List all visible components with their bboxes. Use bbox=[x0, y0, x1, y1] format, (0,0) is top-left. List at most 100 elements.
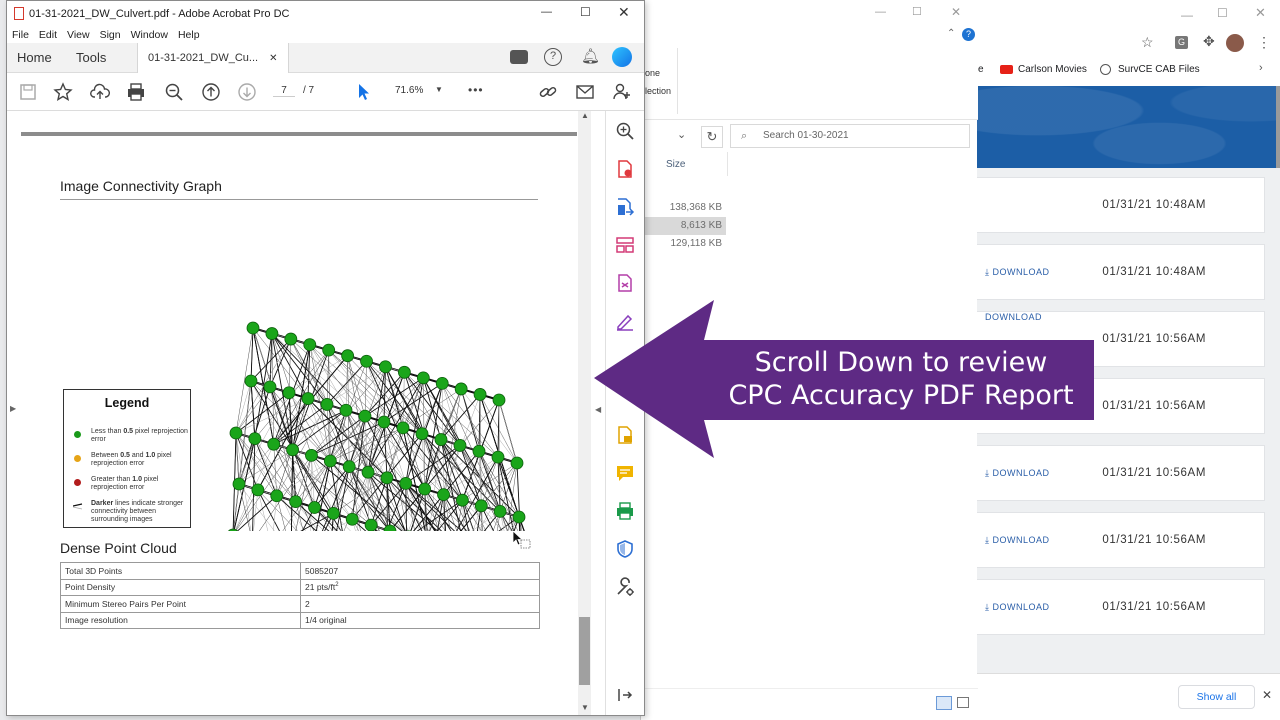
download-link[interactable]: ⤓ DOWNLOAD bbox=[985, 535, 1050, 546]
left-panel-toggle-icon[interactable]: ▶ bbox=[10, 404, 16, 413]
connectivity-graph bbox=[228, 321, 526, 531]
create-pdf-icon[interactable] bbox=[615, 159, 635, 179]
more-tools-wrench-icon[interactable] bbox=[615, 577, 635, 597]
bell-icon[interactable]: 🔔︎ bbox=[581, 47, 600, 65]
graph-node bbox=[358, 409, 372, 423]
graph-node bbox=[248, 432, 262, 446]
tab-home[interactable]: Home bbox=[17, 43, 52, 73]
details-view-icon[interactable] bbox=[936, 696, 952, 710]
red-dot-icon bbox=[74, 479, 81, 486]
print-icon[interactable] bbox=[126, 82, 146, 102]
close-icon[interactable]: ✕ bbox=[951, 5, 961, 19]
add-person-icon[interactable] bbox=[612, 82, 632, 102]
legend-item: Less than 0.5 pixel reprojection error bbox=[91, 428, 188, 443]
zoom-out-icon[interactable] bbox=[164, 82, 184, 102]
graph-edge bbox=[288, 339, 292, 393]
more-tools-icon[interactable]: ••• bbox=[468, 83, 484, 97]
table-row: Image resolution 1/4 original bbox=[60, 611, 540, 629]
menu-view[interactable]: View bbox=[67, 29, 90, 41]
help-icon[interactable]: ? bbox=[962, 28, 975, 41]
graph-node bbox=[341, 349, 355, 363]
tab-tools[interactable]: Tools bbox=[76, 43, 106, 73]
comment-icon[interactable] bbox=[615, 463, 635, 483]
graph-node bbox=[474, 499, 488, 513]
ribbon-label[interactable]: one bbox=[645, 68, 660, 78]
previous-page-icon[interactable] bbox=[201, 82, 221, 102]
minimize-icon[interactable]: — bbox=[1181, 8, 1193, 22]
collapse-pane-icon[interactable] bbox=[615, 685, 635, 705]
search-input[interactable]: ⌕ Search 01-30-2021 bbox=[730, 124, 970, 148]
graph-node bbox=[320, 398, 334, 411]
maximize-icon[interactable]: ☐ bbox=[580, 5, 591, 19]
refresh-icon[interactable]: ↻ bbox=[701, 126, 723, 148]
search-icon[interactable] bbox=[615, 121, 635, 141]
bookmark-survce-cab-files[interactable]: SurvCE CAB Files bbox=[1118, 64, 1200, 75]
file-size[interactable]: 129,118 KB bbox=[641, 235, 726, 253]
next-page-icon[interactable] bbox=[237, 82, 257, 102]
ribbon-divider bbox=[677, 48, 678, 114]
menu-edit[interactable]: Edit bbox=[39, 29, 57, 41]
download-link[interactable]: ⤓ DOWNLOAD bbox=[985, 602, 1050, 613]
close-tab-icon[interactable]: ✕ bbox=[269, 53, 277, 64]
scroll-down-icon[interactable]: ▼ bbox=[581, 703, 589, 712]
tab-document[interactable]: 01-31-2021_DW_Cu... ✕ bbox=[137, 43, 289, 73]
file-size[interactable]: 8,613 KB bbox=[641, 217, 726, 235]
column-header-size[interactable]: Size bbox=[666, 159, 685, 170]
close-icon[interactable]: ✕ bbox=[618, 4, 630, 21]
help-icon[interactable]: ? bbox=[544, 48, 562, 66]
ribbon-label[interactable]: lection bbox=[645, 86, 671, 96]
document-view[interactable]: ▶ Image Connectivity Graph Legend Less t… bbox=[7, 111, 595, 715]
puzzle-icon[interactable]: ✥ bbox=[1203, 33, 1215, 50]
download-icon: ⤓ bbox=[985, 468, 990, 478]
upload-cloud-icon[interactable] bbox=[90, 82, 110, 102]
save-icon[interactable] bbox=[18, 82, 38, 102]
menu-file[interactable]: File bbox=[12, 29, 29, 41]
close-icon[interactable]: ✕ bbox=[1255, 5, 1266, 21]
page-banner bbox=[977, 86, 1280, 168]
file-size[interactable]: 138,368 KB bbox=[641, 199, 726, 217]
menu-sign[interactable]: Sign bbox=[100, 29, 121, 41]
graph-edge bbox=[235, 386, 271, 434]
download-link[interactable]: ⤓ DOWNLOAD bbox=[985, 468, 1050, 479]
organize-pages-icon[interactable] bbox=[615, 235, 635, 255]
comment-doc-icon[interactable] bbox=[615, 273, 635, 293]
menu-help[interactable]: Help bbox=[178, 29, 200, 41]
chevron-right-icon[interactable]: › bbox=[1259, 62, 1263, 74]
link-icon[interactable] bbox=[538, 82, 558, 102]
minimize-icon[interactable]: — bbox=[541, 6, 552, 18]
chevron-down-icon[interactable]: ⌄ bbox=[677, 128, 686, 141]
close-icon[interactable]: ✕ bbox=[1262, 688, 1272, 702]
account-icon[interactable] bbox=[612, 47, 632, 67]
select-cursor-icon[interactable] bbox=[354, 82, 374, 102]
scroll-up-icon[interactable]: ▲ bbox=[581, 111, 589, 120]
bookmark-carlson-movies[interactable]: Carlson Movies bbox=[1018, 64, 1087, 75]
large-icons-view-icon[interactable] bbox=[957, 697, 969, 708]
menu-window[interactable]: Window bbox=[131, 29, 168, 41]
maximize-icon[interactable]: ☐ bbox=[912, 5, 922, 18]
chevron-down-icon[interactable]: ▼ bbox=[435, 85, 443, 94]
star-icon[interactable]: ☆ bbox=[1141, 34, 1154, 51]
collapse-ribbon-icon[interactable]: ⌃ bbox=[947, 28, 955, 39]
page-number-input[interactable]: 7 bbox=[273, 85, 295, 97]
avatar[interactable] bbox=[1226, 34, 1244, 52]
protect-shield-icon[interactable] bbox=[615, 539, 635, 559]
download-link[interactable]: ⤓ DOWNLOAD bbox=[985, 267, 1050, 278]
mail-icon[interactable] bbox=[575, 82, 595, 102]
menu-icon[interactable]: ⋮ bbox=[1257, 34, 1271, 51]
star-icon[interactable] bbox=[53, 82, 73, 102]
toolbar: 7 / 7 71.6% ▼ ••• bbox=[7, 73, 644, 111]
scroll-thumb[interactable] bbox=[579, 617, 590, 685]
graph-edge bbox=[271, 333, 328, 405]
graph-node bbox=[492, 393, 506, 407]
download-icon: ⤓ bbox=[985, 267, 990, 277]
maximize-icon[interactable]: ☐ bbox=[1217, 6, 1228, 20]
document-scrollbar[interactable]: ▲ ▼ bbox=[578, 111, 591, 715]
zoom-value[interactable]: 71.6% bbox=[395, 85, 423, 96]
export-pdf-icon[interactable] bbox=[615, 197, 635, 217]
show-all-button[interactable]: Show all bbox=[1178, 685, 1255, 709]
print-production-icon[interactable] bbox=[615, 501, 635, 521]
minimize-icon[interactable]: — bbox=[875, 6, 886, 18]
chat-icon[interactable] bbox=[510, 50, 528, 64]
extension-g-icon[interactable]: G bbox=[1175, 36, 1188, 49]
bookmark-partial[interactable]: e bbox=[978, 64, 984, 75]
